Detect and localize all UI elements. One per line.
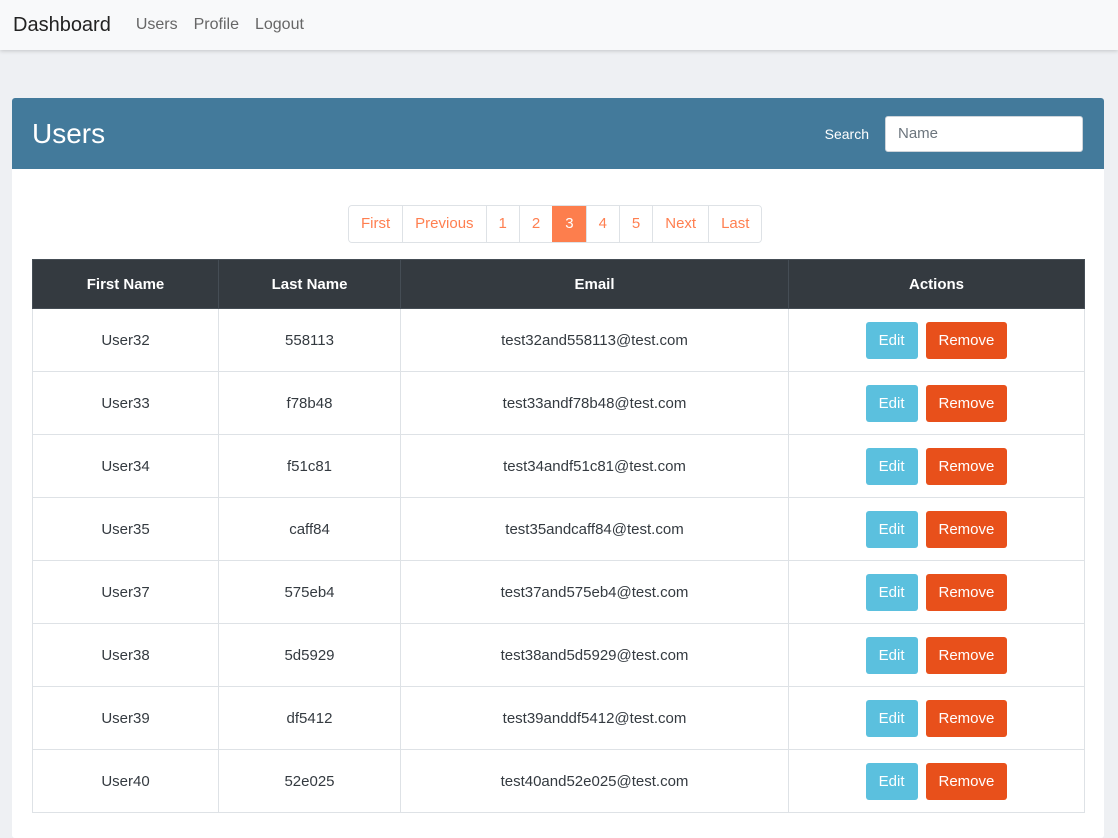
cell-last-name: f78b48 <box>218 371 401 435</box>
cell-email: test37and575eb4@test.com <box>400 560 789 624</box>
users-card: Users Search FirstPrevious12345Next Last … <box>12 98 1104 838</box>
table-row: User32 558113 test32and558113@test.com Edit… <box>32 308 1085 372</box>
pagination-page-5[interactable]: 5 <box>618 206 653 242</box>
cell-first-name: User39 <box>32 686 219 750</box>
pagination-page-2[interactable]: 2 <box>518 206 553 242</box>
nav-link-profile[interactable]: Profile <box>194 16 239 34</box>
pagination-page-3[interactable]: 3 <box>552 206 586 242</box>
cell-first-name: User37 <box>32 560 219 624</box>
page-title: Users <box>32 117 106 149</box>
cell-first-name: User35 <box>32 497 219 561</box>
brand-link[interactable]: Dashboard <box>13 14 111 37</box>
cell-email: test40and52e025@test.com <box>400 749 789 813</box>
card-header: Users Search <box>12 98 1104 169</box>
nav-link-logout[interactable]: Logout <box>255 16 304 34</box>
cell-email: test39anddf5412@test.com <box>400 686 789 750</box>
cell-actions: Edit Remove <box>788 686 1085 750</box>
cell-actions: Edit Remove <box>788 623 1085 687</box>
remove-button[interactable]: Remove <box>925 447 1008 485</box>
cell-first-name: User32 <box>32 308 219 372</box>
cell-actions: Edit Remove <box>788 308 1085 372</box>
column-header-email[interactable]: Email <box>400 259 789 309</box>
table-row: User35 caff84 test35andcaff84@test.com Edit… <box>32 497 1085 561</box>
table-row: User33 f78b48 test33andf78b48@test.com Edit… <box>32 371 1085 435</box>
cell-email: test32and558113@test.com <box>400 308 789 372</box>
column-header-first-name[interactable]: First Name <box>32 259 219 309</box>
edit-button[interactable]: Edit <box>865 636 918 674</box>
table-row: User37 575eb4 test37and575eb4@test.com Edit… <box>32 560 1085 624</box>
cell-email: test35andcaff84@test.com <box>400 497 789 561</box>
cell-actions: Edit Remove <box>788 560 1085 624</box>
cell-first-name: User38 <box>32 623 219 687</box>
remove-button[interactable]: Remove <box>925 699 1008 737</box>
table-row: User39 df5412 test39anddf5412@test.com Edit… <box>32 686 1085 750</box>
cell-first-name: User34 <box>32 434 219 498</box>
pagination-last[interactable]: Last <box>708 206 762 242</box>
edit-button[interactable]: Edit <box>865 762 918 800</box>
search-label: Search <box>824 125 869 142</box>
pagination-page-4[interactable]: 4 <box>585 206 619 242</box>
table-body: User32 558113 test32and558113@test.com Edit… <box>32 308 1085 813</box>
cell-last-name: 575eb4 <box>218 560 401 624</box>
cell-actions: Edit Remove <box>788 434 1085 498</box>
table-row: User34 f51c81 test34andf51c81@test.com Edit… <box>32 434 1085 498</box>
pagination-previous[interactable]: Previous <box>402 206 486 242</box>
pagination: First Previous 1 2 3 4 5 Next Last <box>348 205 763 243</box>
remove-button[interactable]: Remove <box>925 762 1008 800</box>
table-header-row: First Name Last Name Email Actions <box>32 259 1085 309</box>
edit-button[interactable]: Edit <box>865 384 918 422</box>
cell-actions: Edit Remove <box>788 497 1085 561</box>
table-row: User38 5d5929 test38and5d5929@test.com Edit… <box>32 623 1085 687</box>
edit-button[interactable]: Edit <box>865 510 918 548</box>
edit-button[interactable]: Edit <box>865 321 918 359</box>
top-navbar: Dashboard Users Profile Logout <box>0 0 1118 50</box>
edit-button[interactable]: Edit <box>865 447 918 485</box>
cell-first-name: User40 <box>32 749 219 813</box>
cell-last-name: df5412 <box>218 686 401 750</box>
cell-actions: Edit Remove <box>788 749 1085 813</box>
search-input[interactable] <box>885 115 1083 152</box>
cell-last-name: f51c81 <box>218 434 401 498</box>
cell-last-name: caff84 <box>218 497 401 561</box>
pagination-next[interactable]: Next <box>652 206 709 242</box>
users-table: First Name Last Name Email Actions User3… <box>32 259 1085 813</box>
column-header-actions: Actions <box>788 259 1085 309</box>
cell-last-name: 52e025 <box>218 749 401 813</box>
remove-button[interactable]: Remove <box>925 573 1008 611</box>
pagination-first[interactable]: First <box>349 206 403 242</box>
column-header-last-name[interactable]: Last Name <box>218 259 401 309</box>
cell-email: test38and5d5929@test.com <box>400 623 789 687</box>
nav-link-users[interactable]: Users <box>136 16 178 34</box>
cell-email: test33andf78b48@test.com <box>400 371 789 435</box>
cell-email: test34andf51c81@test.com <box>400 434 789 498</box>
edit-button[interactable]: Edit <box>865 573 918 611</box>
remove-button[interactable]: Remove <box>925 636 1008 674</box>
cell-actions: Edit Remove <box>788 371 1085 435</box>
cell-last-name: 558113 <box>218 308 401 372</box>
cell-last-name: 5d5929 <box>218 623 401 687</box>
remove-button[interactable]: Remove <box>925 384 1008 422</box>
edit-button[interactable]: Edit <box>865 699 918 737</box>
table-row: User40 52e025 test40and52e025@test.com Edit… <box>32 749 1085 813</box>
cell-first-name: User33 <box>32 371 219 435</box>
remove-button[interactable]: Remove <box>925 321 1008 359</box>
pagination-page-1[interactable]: 1 <box>485 206 519 242</box>
remove-button[interactable]: Remove <box>925 510 1008 548</box>
